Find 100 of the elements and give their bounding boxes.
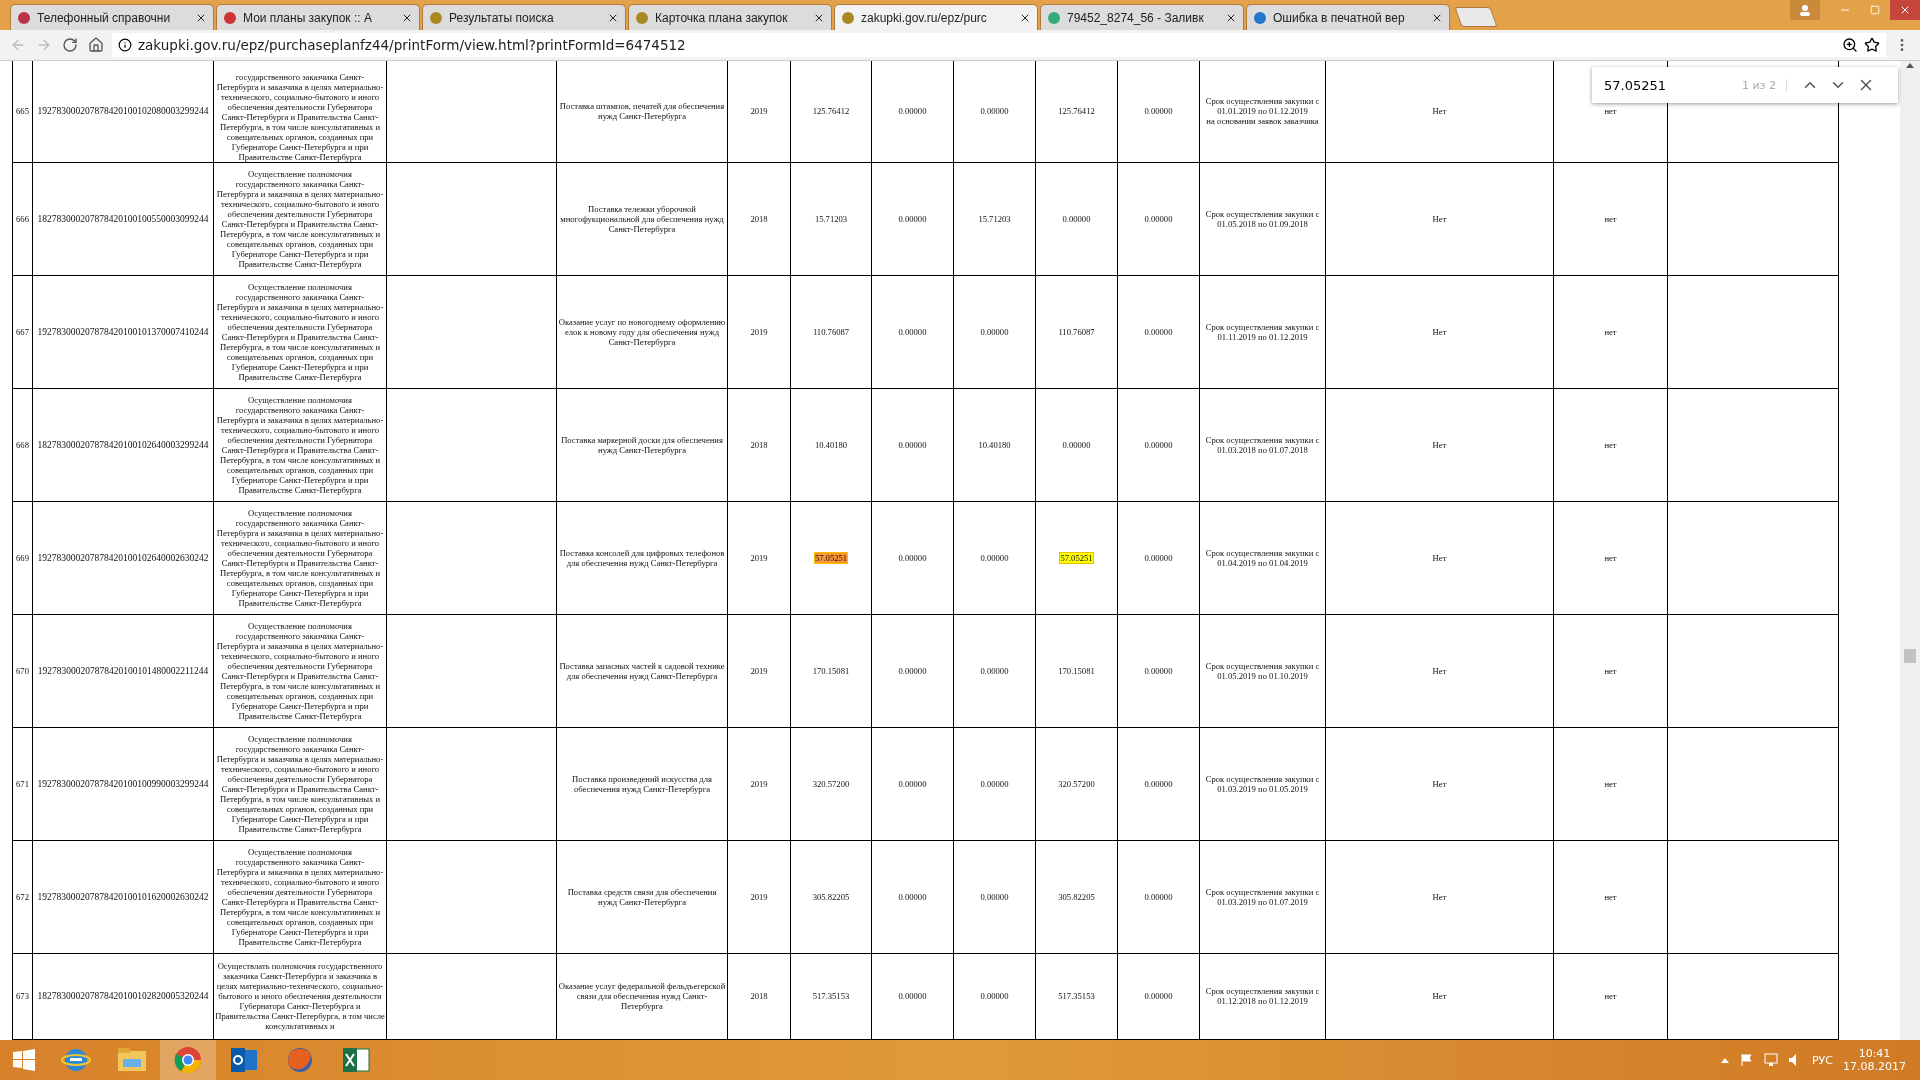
browser-tab[interactable]: Карточка плана закупок [628,4,832,30]
table-cell: 125.76412 [790,61,872,162]
table-cell: Срок осуществления закупки с 01.05.2019 по 01.10.2019 [1199,614,1326,727]
browser-tab[interactable]: 79452_8274_56 - Заливк [1040,4,1244,30]
table-cell: Поставка запасных частей к садовой технике для обеспечения нужд Санкт-Петербурга [556,614,728,727]
table-cell: Срок осуществления закупки с 01.03.2019 по 01.07.2019 [1199,840,1326,953]
table-cell: 192783000207878420100101480002211244 [32,614,214,727]
new-tab-button[interactable] [1454,7,1498,27]
table-cell: 2018 [727,162,791,275]
table-cell: 305.82205 [790,840,872,953]
table-cell: нет [1553,727,1668,840]
browser-icon [173,1045,203,1075]
table-cell: Осуществление полномочия государственного заказчика Санкт-Петербурга и заказчика в целях материально-технического, социально-бытового и иного обеспечения деятельности Губернатора Санкт-Петербурга и Правительства Санкт-Петербурга, в том числе консультативных и совещательных органов, созданных при Губернаторе Санкт-Петербурга и при Правительстве Санкт-Петербурга [213,727,387,840]
table-cell: 0.00000 [953,727,1036,840]
table-cell: нет [1553,953,1668,1039]
browser-tab[interactable]: Телефонный справочни [10,4,214,30]
table-cell: 320.57200 [1035,727,1118,840]
table-cell: Осуществление полномочия государственного заказчика Санкт-Петербурга и заказчика в целях материально-технического, социально-бытового и иного обеспечения деятельности Губернатора Санкт-Петербурга и Правительства Санкт-Петербурга, в том числе консультативных и совещательных органов, созданных при Губернаторе Санкт-Петербурга и при Правительстве Санкт-Петербурга [213,162,387,275]
row-number: 672 [12,840,33,953]
table-cell: 0.00000 [1117,61,1200,162]
flag-icon[interactable] [1740,1053,1754,1067]
table-cell: 0.00000 [871,727,954,840]
table-cell: 0.00000 [871,501,954,614]
browser-tab[interactable]: Результаты поиска [422,4,626,30]
table-cell: Срок осуществления закупки с 01.11.2019 по 01.12.2019 [1199,275,1326,388]
bookmark-star-icon[interactable] [1864,37,1880,53]
table-cell: 517.35153 [1035,953,1118,1039]
table-cell: 0.00000 [1117,162,1200,275]
table-cell: Осуществление полномочия государственного заказчика Санкт-Петербурга и заказчика в целях материально-технического, социально-бытового и иного обеспечения деятельности Губернатора Санкт-Петербурга и Правительства Санкт-Петербурга, в том числе консультативных и совещательных органов, созданных при Губернаторе Санкт-Петербурга и при Правительстве Санкт-Петербурга [213,840,387,953]
table-cell: 0.00000 [871,840,954,953]
table-cell: 2018 [727,953,791,1039]
site-icon [841,10,855,25]
scroll-thumb[interactable] [1904,649,1916,663]
table-cell: 170.15081 [790,614,872,727]
table-cell: 0.00000 [871,614,954,727]
table-cell: 2019 [727,840,791,953]
table-cell: Нет [1325,275,1554,388]
table-cell: 0.00000 [1117,840,1200,953]
table-cell: 10.40180 [790,388,872,501]
table-cell: 10.40180 [953,388,1036,501]
scrollbar[interactable] [1900,61,1920,1040]
table-cell: 0.00000 [1117,501,1200,614]
table-cell: Поставка средств связи для обеспечения нужд Санкт-Петербурга [556,840,728,953]
reload-button[interactable] [60,35,80,55]
tray-arrow-icon[interactable] [1720,1056,1730,1064]
table-cell: 0.00000 [953,275,1036,388]
table-cell: 57.05251 [790,501,872,614]
table-cell: 0.00000 [1117,614,1200,727]
taskbar-app[interactable] [160,1040,216,1080]
mail-app-icon [229,1045,259,1075]
row-number: 673 [12,953,33,1039]
match-count: 1 из 2 [1742,78,1787,92]
table-cell: 0.00000 [1117,388,1200,501]
table-cell: 192783000207878420100102080003299244 [32,61,214,162]
row-number: 665 [12,61,33,162]
table-cell: Срок осуществления закупки с 01.04.2019 по 01.04.2019 [1199,501,1326,614]
address-bar[interactable]: zakupki.gov.ru/epz/purchaseplanfz44/printForm/view.html?printFormId=6474512 [112,33,1886,57]
browser-tab[interactable]: Мои планы закупок :: А [216,4,420,30]
table-cell: Срок осуществления закупки с 01.05.2018 по 01.09.2018 [1199,162,1326,275]
table-cell: 320.57200 [790,727,872,840]
person-icon [1799,4,1811,16]
browser-tab[interactable]: Ошибка в печатной вер [1246,4,1450,30]
table-cell: 517.35153 [790,953,872,1039]
back-icon [10,37,26,53]
table-cell: 57.05251 [1035,501,1118,614]
table-cell: 2018 [727,388,791,501]
table-cell: Поставка маркерной доски для обеспечения нужд Санкт-Петербурга [556,388,728,501]
row-number: 670 [12,614,33,727]
table-cell: Поставка тележки уборочной многофукциональной для обеспечения нужд Санкт-Петербурга [556,162,728,275]
spreadsheet-icon [341,1045,371,1075]
table-cell: Оказание услуг федеральной фельдъегерской связи для обеспечения нужд Санкт-Петербурга [556,953,728,1039]
site-icon [635,10,649,25]
table-cell: нет [1553,501,1668,614]
table-cell: Поставка штампов, печатей для обеспечения нужд Санкт-Петербурга [556,61,728,162]
windows-logo-icon [13,1049,35,1071]
table-cell: 15.71203 [790,162,872,275]
table-cell: 0.00000 [1117,953,1200,1039]
table-cell: государственного заказчика Санкт-Петербурга и заказчика в целях материально-технического, социально-бытового и иного обеспечения деятельности Губернатора Санкт-Петербурга и Правительства Санкт-Петербурга, в том числе консультативных и совещательных органов, созданных при Губернаторе Санкт-Петербурга и при Правительстве Санкт-Петербурга [213,61,387,162]
table-cell: 2019 [727,501,791,614]
table-cell: 0.00000 [953,61,1036,162]
table-cell: Нет [1325,840,1554,953]
site-icon [429,10,443,25]
row-number: 671 [12,727,33,840]
site-icon [1253,10,1267,25]
table-cell: 0.00000 [871,275,954,388]
table-cell: 0.00000 [953,953,1036,1039]
table-cell: Нет [1325,614,1554,727]
home-button[interactable] [86,35,106,55]
zoom-icon[interactable] [1842,37,1858,53]
table-cell: нет [1553,388,1668,501]
table-cell: Поставка произведений искусства для обеспечения нужд Санкт-Петербурга [556,727,728,840]
table-cell: нет [1553,275,1668,388]
user-button[interactable] [1790,0,1820,20]
browser-tab[interactable]: zakupki.gov.ru/epz/purc [834,4,1038,30]
table-cell: Срок осуществления закупки с 01.12.2018 по 01.12.2019 [1199,953,1326,1039]
table-cell: 0.00000 [953,840,1036,953]
table-cell: 2019 [727,614,791,727]
network-icon[interactable] [1764,1053,1778,1067]
row-number: 669 [12,501,33,614]
table-cell: нет [1553,614,1668,727]
